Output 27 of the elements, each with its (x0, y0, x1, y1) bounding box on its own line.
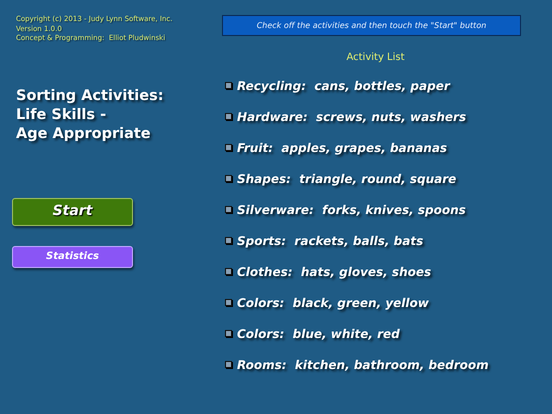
activity-label[interactable]: Hardware: screws, nuts, washers (237, 108, 466, 126)
start-button[interactable]: Start (12, 198, 133, 226)
app-title-line: Age Appropriate (16, 124, 152, 144)
app-title-line: Life Skills - (16, 106, 108, 124)
instruction-banner: Check off the activities and then touch the "Start" button (222, 15, 521, 36)
checkbox[interactable] (225, 113, 232, 120)
activity-label[interactable]: Colors: black, green, yellow (237, 294, 429, 312)
checkbox[interactable] (225, 206, 232, 214)
checkbox[interactable] (225, 299, 232, 306)
checkbox[interactable] (225, 82, 232, 90)
activity-label[interactable]: Fruit: apples, grapes, bananas (237, 138, 448, 157)
checkbox[interactable] (225, 330, 232, 338)
checkbox[interactable] (225, 144, 232, 152)
activity-label[interactable]: Recycling: cans, bottles, paper (237, 76, 450, 95)
activity-label[interactable]: Shapes: triangle, round, square (237, 170, 456, 188)
activity-label[interactable]: Colors: blue, white, red (237, 324, 400, 343)
activity-label[interactable]: Sports: rackets, balls, bats (237, 232, 424, 250)
activity-label[interactable]: Clothes: hats, gloves, shoes (237, 262, 432, 281)
checkbox[interactable] (225, 361, 232, 368)
checkbox[interactable] (225, 237, 232, 244)
statistics-button[interactable]: Statistics (12, 246, 133, 268)
activity-list-heading: Activity List (346, 51, 405, 65)
activity-label[interactable]: Rooms: kitchen, bathroom, bedroom (237, 356, 489, 374)
checkbox[interactable] (225, 175, 232, 182)
app-title-line: Sorting Activities: (16, 86, 165, 106)
activity-label[interactable]: Silverware: forks, knives, spoons (237, 200, 466, 219)
checkbox[interactable] (225, 268, 232, 276)
